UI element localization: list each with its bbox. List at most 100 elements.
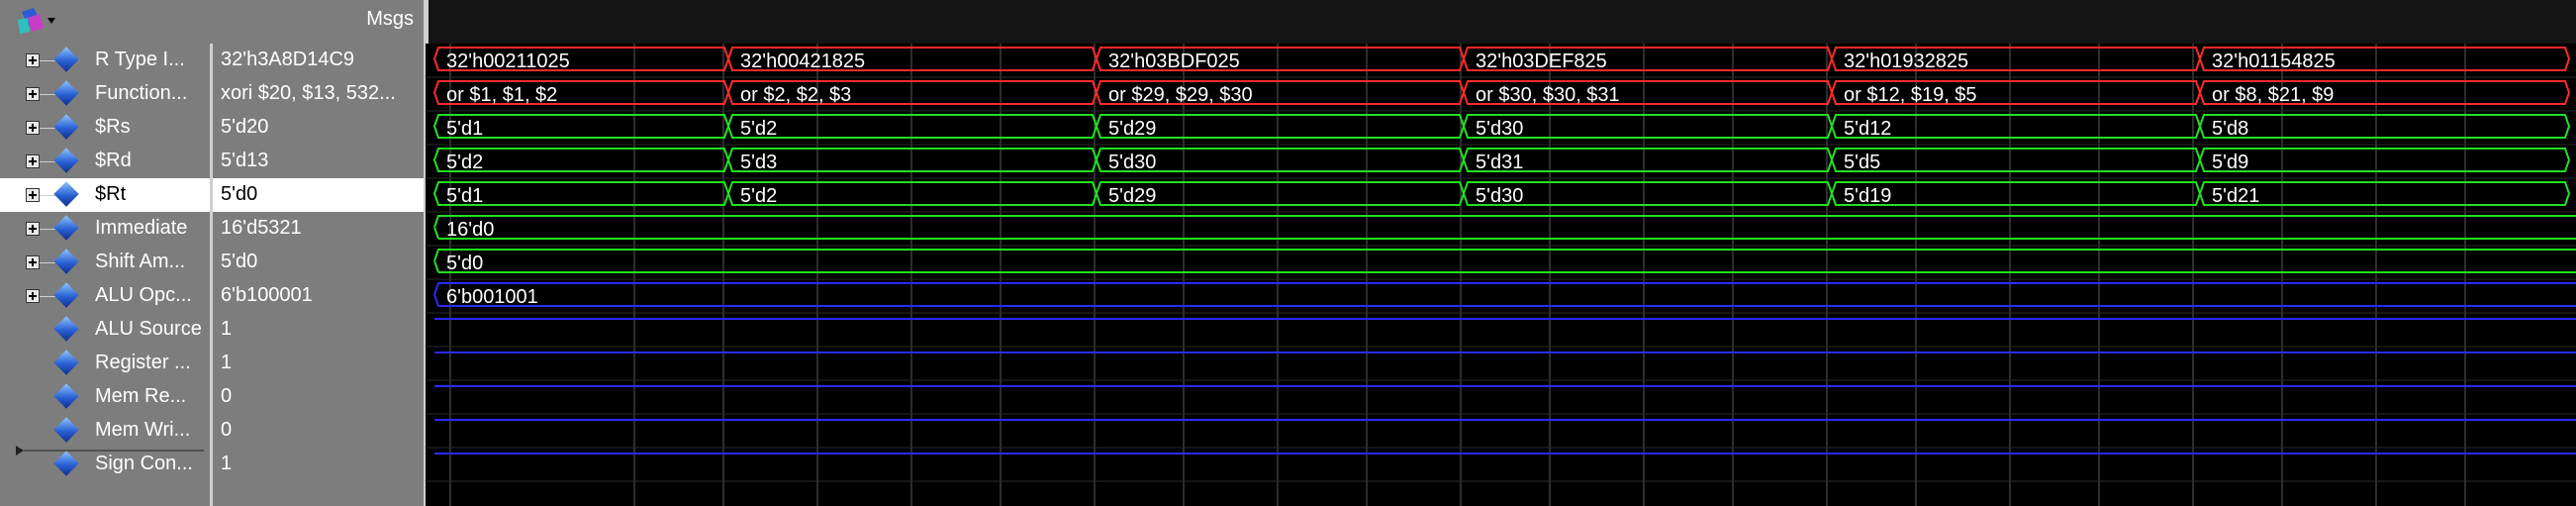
bus-value-label: 5'd29: [1108, 118, 1156, 140]
bus-value-label: 6'b001001: [446, 286, 538, 308]
signal-row-rt[interactable]: $Rt: [0, 178, 210, 212]
signal-row-shift[interactable]: Shift Am...: [0, 246, 210, 279]
bus-value-label: 32'h01154825: [2212, 51, 2336, 72]
bus-value-label: 5'd30: [1476, 118, 1523, 140]
bus-value-label: 32'h01932825: [1844, 51, 1968, 72]
value-row-function[interactable]: xori $20, $13, 532...: [213, 77, 424, 111]
signal-name: Immediate: [95, 217, 188, 239]
bus-value-label: 5'd21: [2212, 185, 2259, 207]
signal-value: 5'd20: [221, 116, 269, 138]
bus-value-label: or $30, $30, $31: [1476, 84, 1620, 106]
tree-connector: [40, 229, 55, 230]
bus-value-label: or $12, $19, $5: [1844, 84, 1977, 106]
value-row-immediate[interactable]: 16'd5321: [213, 212, 424, 246]
bus-value-label: or $2, $2, $3: [740, 84, 851, 106]
bus-value-label: 5'd0: [446, 253, 483, 274]
signal-name: $Rs: [95, 116, 131, 138]
waveform-canvas[interactable]: 32'h00211025 32'h00421825 32'h03BDF025 32'h…: [427, 44, 2576, 506]
signal-row-r-type[interactable]: R Type I...: [0, 44, 210, 77]
signal-name: ALU Opc...: [95, 284, 192, 306]
expand-icon[interactable]: [26, 255, 40, 269]
value-row-regwrite[interactable]: 1: [213, 347, 424, 380]
expand-icon[interactable]: [26, 222, 40, 236]
bus-value-label: 32'h03DEF825: [1476, 51, 1607, 72]
bus-segment: [433, 249, 2576, 273]
signal-row-memread[interactable]: Mem Re...: [0, 380, 210, 414]
waveform-area[interactable]: 32'h00211025 32'h00421825 32'h03BDF025 32'h…: [427, 44, 2576, 506]
bus-value-label: 16'd0: [446, 219, 494, 241]
signal-name: Function...: [95, 82, 188, 104]
signal-name: Sign Con...: [95, 453, 193, 474]
expand-icon[interactable]: [26, 53, 40, 67]
value-row-rt[interactable]: 5'd0: [213, 178, 424, 212]
signal-values-panel: 32'h3A8D14C9 xori $20, $13, 532... 5'd20 5'…: [210, 44, 424, 506]
wave-header: [426, 0, 2576, 44]
bus-value-label: 5'd31: [1476, 152, 1523, 173]
signal-diamond-icon: [53, 282, 79, 308]
bus-segment: [726, 114, 1098, 139]
tree-connector: [40, 128, 55, 129]
signal-row-rd[interactable]: $Rd: [0, 145, 210, 178]
signal-row-function[interactable]: Function...: [0, 77, 210, 111]
bus-value-label: 5'd3: [740, 152, 777, 173]
value-row-aluop[interactable]: 6'b100001: [213, 279, 424, 313]
expand-icon[interactable]: [26, 154, 40, 168]
bus-value-label: 5'd29: [1108, 185, 1156, 207]
signal-diamond-icon: [53, 350, 79, 375]
signal-row-regwrite[interactable]: Register ...: [0, 347, 210, 380]
bus-value-label: or $1, $1, $2: [446, 84, 557, 106]
wave-logo-icon[interactable]: [12, 6, 57, 38]
signal-name: Mem Wri...: [95, 419, 191, 441]
signal-value: 32'h3A8D14C9: [221, 49, 355, 70]
msgs-label: Msgs: [366, 8, 414, 30]
tree-connector: [40, 296, 55, 297]
bus-value-label: 5'd1: [446, 118, 483, 140]
signal-row-alusrc[interactable]: ALU Source: [0, 313, 210, 347]
value-row-memread[interactable]: 0: [213, 380, 424, 414]
bus-value-label: 5'd2: [740, 118, 777, 140]
signal-names-panel: R Type I... Function... $Rs $Rd $Rt Immediate…: [0, 44, 210, 506]
signal-diamond-icon: [53, 316, 79, 342]
expand-icon[interactable]: [26, 289, 40, 303]
bus-value-label: 32'h00421825: [740, 51, 865, 72]
bus-value-label: 5'd19: [1844, 185, 1891, 207]
expand-icon[interactable]: [26, 87, 40, 101]
signal-diamond-icon: [53, 148, 79, 173]
signal-diamond-icon: [53, 47, 79, 72]
signal-row-memwrite[interactable]: Mem Wri...: [0, 414, 210, 448]
tree-connector: [40, 161, 55, 162]
signal-name: $Rd: [95, 150, 132, 171]
value-row-memwrite[interactable]: 0: [213, 414, 424, 448]
bus-value-label: or $8, $21, $9: [2212, 84, 2334, 106]
signal-row-aluop[interactable]: ALU Opc...: [0, 279, 210, 313]
value-row-alusrc[interactable]: 1: [213, 313, 424, 347]
signal-name: Register ...: [95, 352, 191, 373]
value-column-header: Msgs: [210, 0, 424, 44]
bus-segment: [2198, 114, 2571, 139]
signal-row-rs[interactable]: $Rs: [0, 111, 210, 145]
value-row-rs[interactable]: 5'd20: [213, 111, 424, 145]
bus-value-label: 5'd2: [740, 185, 777, 207]
value-row-signcon[interactable]: 1: [213, 448, 424, 481]
signal-diamond-icon: [53, 181, 79, 207]
signal-diamond-icon: [53, 417, 79, 443]
signal-value: 6'b100001: [221, 284, 313, 306]
horizontal-slider[interactable]: [16, 446, 204, 455]
bus-segment: [2198, 148, 2571, 172]
signal-diamond-icon: [53, 383, 79, 409]
signal-name: Mem Re...: [95, 385, 187, 407]
expand-icon[interactable]: [26, 121, 40, 135]
signal-value: 1: [221, 352, 233, 373]
tree-connector: [40, 262, 55, 263]
column-splitter[interactable]: [424, 0, 426, 506]
bus-value-label: 5'd30: [1476, 185, 1523, 207]
signal-value: 16'd5321: [221, 217, 302, 239]
expand-icon[interactable]: [26, 188, 40, 202]
signal-name: ALU Source: [95, 318, 202, 340]
value-row-r-type[interactable]: 32'h3A8D14C9: [213, 44, 424, 77]
bus-value-label: 5'd2: [446, 152, 483, 173]
signal-row-immediate[interactable]: Immediate: [0, 212, 210, 246]
value-row-shift[interactable]: 5'd0: [213, 246, 424, 279]
tree-connector: [40, 60, 55, 61]
value-row-rd[interactable]: 5'd13: [213, 145, 424, 178]
